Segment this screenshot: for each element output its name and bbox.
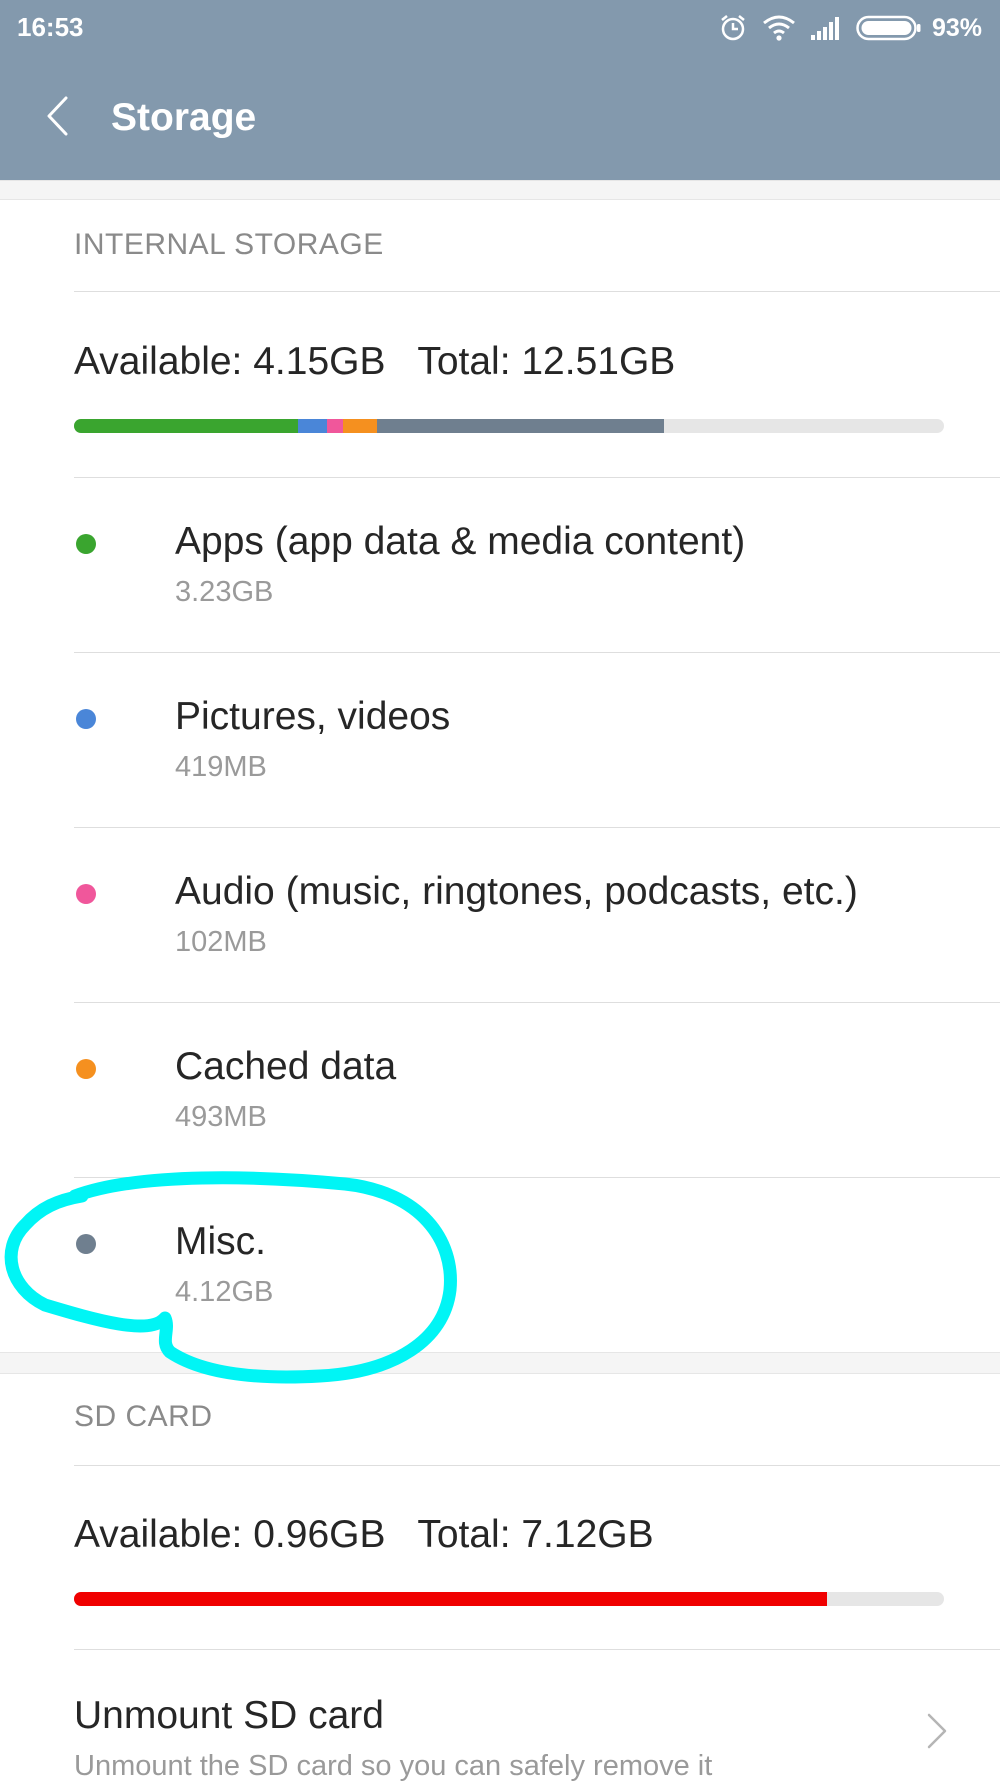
status-icons: 93%: [704, 10, 982, 46]
storage-category-item[interactable]: Cached data 493MB: [0, 1003, 1000, 1178]
category-color-dot: [76, 534, 96, 554]
battery-percent: 93%: [931, 13, 982, 42]
usage-bar-segment: [342, 419, 377, 433]
section-gap: [0, 180, 1000, 200]
category-size: 3.23GB: [175, 576, 274, 608]
chevron-right-icon: [926, 1712, 948, 1755]
internal-total: Total: 12.51GB: [417, 340, 676, 383]
usage-bar-segment: [327, 419, 343, 433]
usage-bar-segment: [74, 419, 299, 433]
category-color-dot: [76, 1059, 96, 1079]
divider: [74, 291, 1000, 292]
internal-available: Available: 4.15GB: [74, 340, 386, 383]
sd-total: Total: 7.12GB: [417, 1513, 654, 1556]
category-size: 493MB: [175, 1101, 267, 1133]
internal-usage-bar: [74, 419, 944, 433]
unmount-sd-card-item[interactable]: Unmount SD card Unmount the SD card so y…: [0, 1650, 1000, 1782]
category-size: 4.12GB: [175, 1276, 274, 1308]
category-color-dot: [76, 884, 96, 904]
category-label: Pictures, videos: [175, 695, 451, 738]
chevron-left-icon: [44, 95, 70, 142]
category-label: Audio (music, ringtones, podcasts, etc.): [175, 870, 858, 913]
internal-storage-header: INTERNAL STORAGE: [74, 228, 384, 261]
category-color-dot: [76, 709, 96, 729]
unmount-sd-card-description: Unmount the SD card so you can safely re…: [74, 1750, 713, 1782]
category-label: Misc.: [175, 1220, 266, 1263]
unmount-sd-card-title: Unmount SD card: [74, 1694, 384, 1737]
storage-category-item[interactable]: Pictures, videos 419MB: [0, 653, 1000, 828]
category-size: 419MB: [175, 751, 267, 783]
category-label: Apps (app data & media content): [175, 520, 746, 563]
sd-card-header: SD CARD: [74, 1400, 213, 1433]
storage-category-item[interactable]: Misc. 4.12GB: [0, 1178, 1000, 1353]
section-gap: [0, 1352, 1000, 1374]
battery-icon: [856, 15, 922, 41]
back-button[interactable]: [32, 90, 82, 146]
category-color-dot: [76, 1234, 96, 1254]
app-bar: 16:53 93% Storage: [0, 0, 1000, 180]
category-label: Cached data: [175, 1045, 397, 1088]
signal-icon: [810, 15, 842, 41]
usage-bar-segment: [298, 419, 328, 433]
sd-card-summary: Available: 0.96GB Total: 7.12GB: [74, 1513, 654, 1557]
storage-category-item[interactable]: Audio (music, ringtones, podcasts, etc.)…: [0, 828, 1000, 1003]
sd-available: Available: 0.96GB: [74, 1513, 386, 1556]
wifi-icon: [762, 14, 796, 42]
usage-bar-segment: [74, 1592, 827, 1606]
divider: [74, 1465, 1000, 1466]
storage-category-item[interactable]: Apps (app data & media content) 3.23GB: [0, 478, 1000, 653]
sd-card-usage-bar: [74, 1592, 944, 1606]
alarm-icon: [718, 13, 748, 43]
page-title: Storage: [111, 96, 257, 139]
internal-storage-summary: Available: 4.15GB Total: 12.51GB: [74, 340, 675, 384]
status-time: 16:53: [17, 12, 84, 42]
usage-bar-segment: [376, 419, 664, 433]
category-size: 102MB: [175, 926, 267, 958]
